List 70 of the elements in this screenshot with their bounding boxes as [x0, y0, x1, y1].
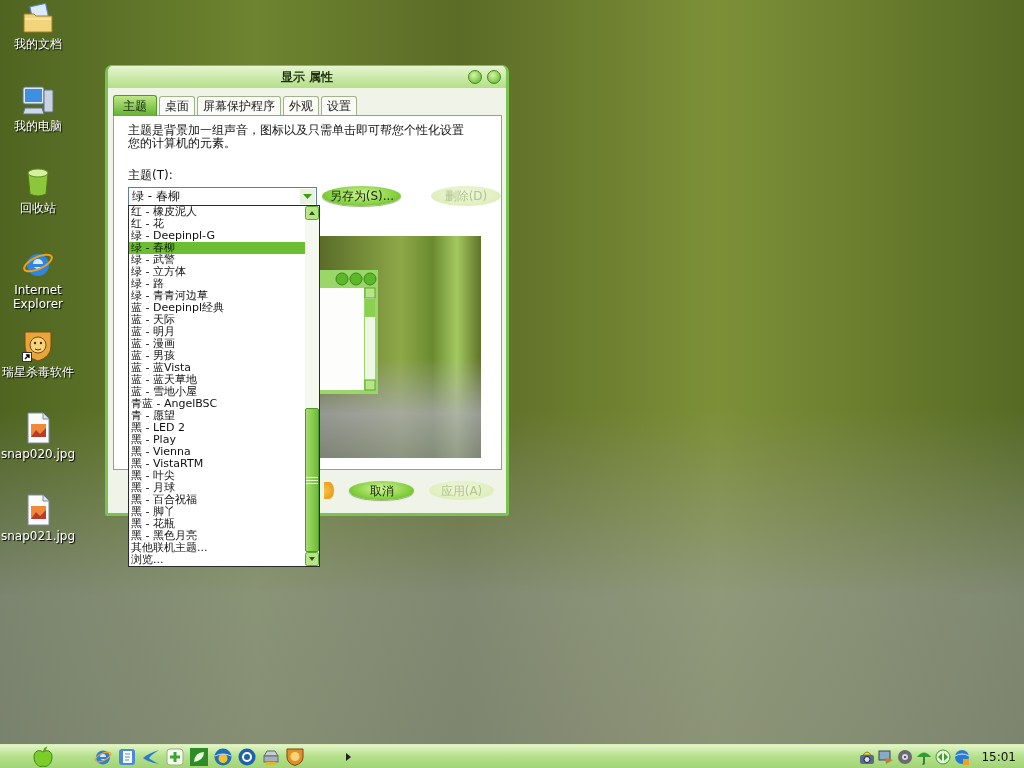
- theme-list-item[interactable]: 绿 - 武警: [129, 254, 305, 266]
- arrows-icon[interactable]: [935, 748, 952, 765]
- expand-arrow-icon[interactable]: [346, 752, 351, 761]
- theme-list-item[interactable]: 黑 - VistaRTM: [129, 458, 305, 470]
- theme-list-item[interactable]: 黑 - 百合祝福: [129, 494, 305, 506]
- apple-icon[interactable]: [33, 746, 53, 767]
- notebook-icon[interactable]: [118, 747, 136, 766]
- theme-list-item[interactable]: 红 - 橡皮泥人: [129, 206, 305, 218]
- plus-icon[interactable]: [166, 747, 184, 766]
- leaf-button[interactable]: 另存为(S)...: [321, 186, 401, 206]
- tab[interactable]: 屏幕保护程序: [197, 96, 281, 115]
- theme-list-item[interactable]: 黑 - 花瓶: [129, 518, 305, 530]
- leaf-icon[interactable]: [190, 747, 208, 766]
- theme-label: 主题(T):: [128, 168, 173, 182]
- theme-list-item[interactable]: 绿 - 路: [129, 278, 305, 290]
- theme-list-item[interactable]: 黑 - LED 2: [129, 422, 305, 434]
- theme-list-item[interactable]: 青 - 愿望: [129, 410, 305, 422]
- theme-list-item[interactable]: 蓝 - 漫画: [129, 338, 305, 350]
- caret-icon[interactable]: [299, 188, 315, 204]
- theme-list-item[interactable]: 红 - 花: [129, 218, 305, 230]
- shield-icon[interactable]: [286, 747, 304, 766]
- drive-icon[interactable]: [262, 747, 280, 766]
- scroll-down-button[interactable]: [305, 552, 319, 566]
- theme-list-item[interactable]: 黑 - 叶尖: [129, 470, 305, 482]
- description-text: 主题是背景加一组声音，图标以及只需单击即可帮您个性化设置您的计算机的元素。: [128, 124, 465, 150]
- theme-list-item[interactable]: 蓝 - 雪地小屋: [129, 386, 305, 398]
- theme-list-item[interactable]: 绿 - 立方体: [129, 266, 305, 278]
- theme-list-item[interactable]: 蓝 - 蓝Vista: [129, 362, 305, 374]
- globe-icon[interactable]: [954, 748, 971, 765]
- clock[interactable]: 15:01: [981, 749, 1016, 764]
- theme-list-item[interactable]: 黑 - Vienna: [129, 446, 305, 458]
- theme-list-item[interactable]: 蓝 - 天际: [129, 314, 305, 326]
- leaf-button[interactable]: 取消: [349, 481, 414, 500]
- theme-combo[interactable]: 绿 - 春柳: [128, 186, 317, 206]
- scroll-up-button[interactable]: [305, 206, 319, 220]
- icon-label[interactable]: 回收站: [0, 201, 76, 215]
- monitor-icon[interactable]: [878, 748, 895, 765]
- theme-list-item[interactable]: 绿 - 青青河边草: [129, 290, 305, 302]
- icon-label[interactable]: 我的文档: [0, 37, 76, 51]
- tab[interactable]: 外观: [283, 96, 319, 115]
- icon-label[interactable]: snap021.jpg: [0, 529, 76, 543]
- folder-icon[interactable]: [22, 2, 54, 34]
- theme-list-item[interactable]: 青蓝 - AngelBSC: [129, 398, 305, 410]
- theme-list-item[interactable]: 其他联机主题...: [129, 542, 305, 554]
- ring-logo-icon[interactable]: [238, 747, 256, 766]
- title-round-button[interactable]: [487, 70, 501, 84]
- window-title: 显示 属性: [280, 68, 334, 86]
- icon-label[interactable]: 我的电脑: [0, 119, 76, 133]
- theme-list-item[interactable]: 黑 - 月球: [129, 482, 305, 494]
- theme-list-item[interactable]: 绿 - Deepinpl-G: [129, 230, 305, 242]
- theme-list-item[interactable]: 绿 - 春柳: [129, 242, 305, 254]
- theme-list-item[interactable]: 蓝 - Deepinpl经典: [129, 302, 305, 314]
- tab[interactable]: 设置: [321, 96, 357, 115]
- theme-list-item[interactable]: 黑 - 脚丫: [129, 506, 305, 518]
- icon-label[interactable]: snap020.jpg: [0, 447, 76, 461]
- tab[interactable]: 桌面: [159, 96, 195, 115]
- disc-icon[interactable]: [897, 748, 914, 765]
- computer-icon[interactable]: [22, 84, 54, 116]
- scrollbar-thumb[interactable]: [305, 408, 319, 552]
- theme-list-item[interactable]: 蓝 - 男孩: [129, 350, 305, 362]
- theme-list-item[interactable]: 浏览...: [129, 554, 305, 566]
- theme-list-item[interactable]: 黑 - 黑色月亮: [129, 530, 305, 542]
- theme-list-item[interactable]: 蓝 - 蓝天草地: [129, 374, 305, 386]
- tab[interactable]: 主题: [113, 95, 157, 116]
- theme-list-item[interactable]: 蓝 - 明月: [129, 326, 305, 338]
- round-emblem-icon[interactable]: [214, 747, 232, 766]
- title-round-button[interactable]: [468, 70, 482, 84]
- theme-list-item[interactable]: 黑 - Play: [129, 434, 305, 446]
- icon-label[interactable]: 瑞星杀毒软件: [0, 365, 76, 379]
- icon-label[interactable]: Internet Explorer: [0, 283, 76, 311]
